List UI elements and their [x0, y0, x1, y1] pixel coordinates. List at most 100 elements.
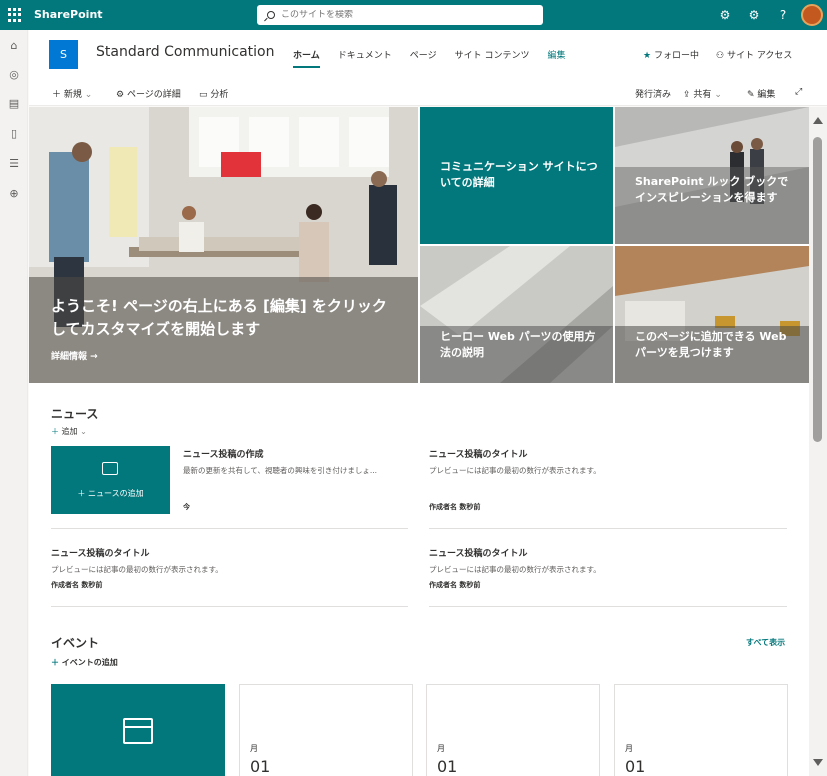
hero-learn-more-link[interactable]: 詳細情報 →: [51, 349, 98, 362]
nav-pages[interactable]: ページ: [410, 48, 437, 68]
page-content: ようこそ! ページの右上にある [編集] をクリックしてカスタマイズを開始します…: [29, 107, 809, 776]
news-post-desc: プレビューには記事の最初の数行が表示されます。: [429, 565, 601, 574]
help-icon[interactable]: ?: [775, 7, 791, 23]
document-icon[interactable]: ▯: [8, 128, 20, 140]
events-add-button[interactable]: ＋ イベントの追加: [51, 657, 118, 668]
news-post-title[interactable]: ニュース投稿のタイトル: [429, 546, 528, 559]
news-post-meta: 作成者名 数秒前: [51, 581, 103, 589]
lounge-photo: [615, 246, 809, 383]
nav-documents[interactable]: ドキュメント: [338, 48, 392, 68]
hero-main-tile[interactable]: ようこそ! ページの右上にある [編集] をクリックしてカスタマイズを開始します…: [29, 107, 418, 383]
globe-icon[interactable]: ◎: [8, 69, 20, 81]
expand-icon[interactable]: ⤢: [795, 87, 802, 97]
create-icon[interactable]: ⊕: [8, 188, 20, 200]
event-card[interactable]: 月 01: [614, 684, 788, 776]
hero-tile-lookbook[interactable]: SharePoint ルック ブックでインスピレーションを得ます: [615, 107, 809, 244]
hero-tile-hero-webpart-title: ヒーロー Web パーツの使用方法の説明: [440, 330, 596, 359]
published-status: 発行済み: [635, 90, 672, 100]
new-button[interactable]: ＋ 新規 ⌄: [52, 87, 92, 100]
follow-button[interactable]: ★ フォロー中: [643, 48, 699, 61]
news-divider: [51, 528, 408, 529]
event-month: 月: [250, 744, 258, 753]
news-create-desc: 最新の更新を共有して、視聴者の興味を引き付けましょ...: [183, 466, 378, 475]
search-box[interactable]: [257, 5, 543, 25]
plus-icon: ＋: [51, 658, 59, 667]
site-logo[interactable]: S: [49, 40, 78, 69]
hero-tile-comm-site[interactable]: コミュニケーション サイトについての詳細: [420, 107, 613, 244]
add-event-card[interactable]: [51, 684, 225, 776]
add-news-label: ＋ ニュースの追加: [77, 489, 144, 498]
news-icon[interactable]: ▤: [8, 98, 20, 110]
staircase-photo: [420, 246, 613, 383]
edit-button[interactable]: ✎ 編集: [747, 87, 775, 100]
news-add-label: 追加: [61, 427, 78, 436]
sharepoint-brand[interactable]: SharePoint: [34, 8, 103, 21]
site-title[interactable]: Standard Communication: [96, 44, 275, 60]
calendar-icon: [123, 718, 153, 744]
site-header: S Standard Communication ホーム ドキュメント ページ …: [29, 30, 827, 78]
event-day: 01: [437, 757, 458, 776]
analytics-icon: ▭: [199, 90, 208, 100]
avatar[interactable]: [801, 4, 823, 26]
news-post-title[interactable]: ニュース投稿のタイトル: [429, 447, 528, 460]
command-bar: ＋ 新規 ⌄ ⚙ ページの詳細 ▭ 分析 発行済み ⇪ 共有 ⌄ ✎ 編集 ⤢: [29, 78, 827, 106]
news-post-desc: プレビューには記事の最初の数行が表示されます。: [51, 565, 223, 574]
share-label: 共有: [693, 90, 712, 100]
events-section-title: イベント: [51, 636, 100, 650]
news-document-icon: [102, 462, 118, 475]
event-day: 01: [625, 757, 646, 776]
add-news-tile[interactable]: ＋ ニュースの追加: [51, 446, 170, 514]
hero-main-title[interactable]: ようこそ! ページの右上にある [編集] をクリックしてカスタマイズを開始します: [51, 295, 401, 341]
events-see-all-link[interactable]: すべて表示: [746, 637, 785, 648]
news-section-title: ニュース: [51, 407, 99, 421]
nav-home[interactable]: ホーム: [293, 48, 320, 68]
hero-tile-find-webparts[interactable]: このページに追加できる Web パーツを見つけます: [615, 246, 809, 383]
search-icon: [267, 11, 275, 19]
copilot-icon[interactable]: ⚙: [717, 7, 733, 23]
lists-icon[interactable]: ☰: [8, 158, 20, 170]
site-access-button[interactable]: ⚇ サイト アクセス: [716, 48, 792, 61]
event-card[interactable]: 月 01: [239, 684, 413, 776]
suite-bar: SharePoint ⚙ ⚙ ?: [0, 0, 827, 30]
site-nav: ホーム ドキュメント ページ サイト コンテンツ 編集: [293, 48, 565, 68]
news-add-button[interactable]: ＋ 追加 ⌄: [51, 426, 87, 437]
news-create-time: 今: [183, 503, 190, 511]
chevron-down-icon: ⌄: [80, 427, 87, 436]
analytics-button[interactable]: ▭ 分析: [199, 87, 228, 100]
news-create-title[interactable]: ニュース投稿の作成: [183, 447, 264, 460]
hero-tile-hero-webpart[interactable]: ヒーロー Web パーツの使用方法の説明: [420, 246, 613, 383]
left-rail: ⌂ ◎ ▤ ▯ ☰ ⊕: [0, 30, 28, 776]
app-launcher-icon[interactable]: [8, 8, 22, 22]
scroll-thumb[interactable]: [813, 137, 822, 442]
news-post-desc: プレビューには記事の最初の数行が表示されます。: [429, 466, 601, 475]
chevron-down-icon: ⌄: [84, 90, 93, 100]
news-post-title[interactable]: ニュース投稿のタイトル: [51, 546, 150, 559]
scroll-up-icon[interactable]: [813, 117, 823, 124]
news-divider: [429, 606, 787, 607]
news-post-meta: 作成者名 数秒前: [429, 503, 481, 511]
add-news-label-text: ニュースの追加: [87, 489, 144, 498]
scroll-down-icon[interactable]: [813, 759, 823, 766]
gear-icon: ⚙: [116, 90, 125, 100]
page-details-button[interactable]: ⚙ ページの詳細: [116, 87, 181, 100]
nav-edit[interactable]: 編集: [547, 48, 565, 68]
event-day: 01: [250, 757, 271, 776]
home-icon[interactable]: ⌂: [8, 40, 20, 52]
office-photo: [29, 107, 418, 383]
edit-label: 編集: [757, 90, 776, 100]
page-details-label: ページの詳細: [126, 90, 181, 100]
share-button[interactable]: ⇪ 共有 ⌄: [683, 87, 722, 100]
plus-icon: ＋: [52, 90, 62, 100]
chevron-down-icon: ⌄: [714, 90, 722, 100]
page-scrollbar[interactable]: [809, 107, 827, 776]
share-icon: ⇪: [683, 90, 691, 100]
settings-icon[interactable]: ⚙: [746, 7, 762, 23]
event-card[interactable]: 月 01: [426, 684, 600, 776]
star-icon: ★: [643, 51, 652, 61]
new-label: 新規: [63, 90, 82, 100]
hero-tile-lookbook-title: SharePoint ルック ブックでインスピレーションを得ます: [635, 175, 789, 204]
plus-icon: ＋: [51, 427, 59, 436]
search-input[interactable]: [281, 10, 511, 20]
event-month: 月: [625, 744, 633, 753]
nav-site-contents[interactable]: サイト コンテンツ: [455, 48, 530, 68]
